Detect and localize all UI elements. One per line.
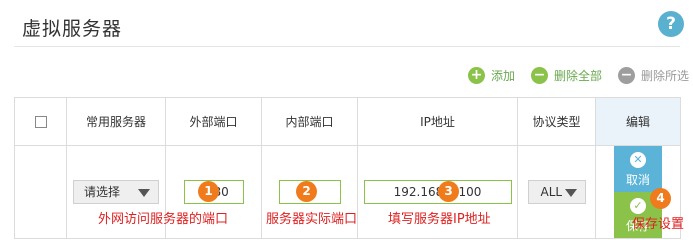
note-internal-port: 服务器实际端口 bbox=[266, 212, 358, 227]
step-badge-3: 3 bbox=[438, 181, 459, 202]
delete-all-button[interactable]: − 删除全部 bbox=[531, 67, 602, 84]
header-protocol: 协议类型 bbox=[517, 97, 596, 146]
delete-selected-label: 删除所选 bbox=[641, 69, 690, 83]
title-divider bbox=[14, 46, 680, 47]
service-select-value: 请选择 bbox=[84, 185, 121, 199]
close-icon: ✕ bbox=[630, 152, 646, 168]
header-ip: IP地址 bbox=[357, 97, 518, 146]
protocol-select[interactable]: ALL bbox=[527, 180, 586, 204]
protocol-cell: ALL bbox=[517, 145, 596, 239]
header-internal-port: 内部端口 bbox=[261, 97, 358, 146]
add-button[interactable]: + 添加 bbox=[468, 67, 515, 84]
select-all-cell bbox=[14, 97, 67, 146]
delete-selected-button[interactable]: − 删除所选 bbox=[618, 67, 689, 84]
chevron-down-icon bbox=[564, 189, 577, 197]
step-badge-1: 1 bbox=[198, 181, 219, 202]
table-header-row: 常用服务器 外部端口 内部端口 IP地址 协议类型 编辑 bbox=[14, 97, 681, 146]
plus-icon: + bbox=[468, 67, 485, 84]
protocol-select-value: ALL bbox=[540, 185, 563, 199]
minus-icon: − bbox=[618, 67, 635, 84]
cancel-label: 取消 bbox=[625, 173, 650, 187]
note-external-port: 外网访问服务器的端口 bbox=[98, 212, 229, 227]
step-badge-2: 2 bbox=[296, 181, 317, 202]
add-label: 添加 bbox=[491, 69, 516, 83]
header-service: 常用服务器 bbox=[66, 97, 166, 146]
step-badge-4: 4 bbox=[650, 188, 671, 209]
page-title: 虚拟服务器 bbox=[22, 18, 123, 40]
help-icon[interactable]: ? bbox=[658, 11, 684, 37]
header-external-port: 外部端口 bbox=[165, 97, 262, 146]
row-checkbox-cell bbox=[14, 145, 67, 239]
note-ip: 填写服务器IP地址 bbox=[388, 212, 491, 227]
select-all-checkbox[interactable] bbox=[34, 116, 47, 128]
check-icon: ✓ bbox=[630, 198, 646, 214]
delete-all-label: 删除全部 bbox=[554, 69, 603, 83]
chevron-down-icon bbox=[138, 189, 150, 197]
cancel-button[interactable]: ✕ 取消 bbox=[614, 146, 662, 192]
service-select[interactable]: 请选择 bbox=[73, 180, 159, 204]
header-edit: 编辑 bbox=[595, 97, 681, 146]
minus-icon: − bbox=[531, 67, 548, 84]
note-save: 保存设置 bbox=[632, 217, 685, 232]
